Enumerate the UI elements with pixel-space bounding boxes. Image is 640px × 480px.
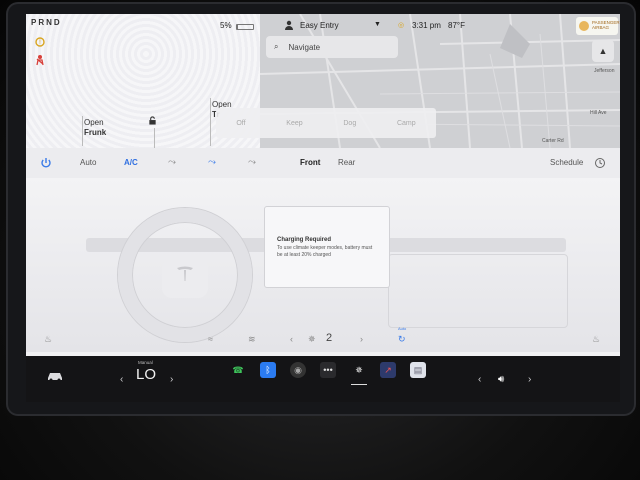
- navigation-app-icon[interactable]: ↗: [380, 362, 396, 378]
- power-icon[interactable]: [40, 157, 52, 169]
- alarm-icon[interactable]: ◎: [398, 21, 404, 29]
- trunk-pointer-line: [210, 98, 211, 146]
- volume-icon[interactable]: 🔊︎: [498, 374, 504, 385]
- recirculate-auto-label: Auto: [398, 326, 407, 331]
- battery-percent: 5%: [220, 21, 232, 30]
- phone-icon[interactable]: ☎: [230, 362, 246, 378]
- user-profile-icon[interactable]: [284, 20, 294, 30]
- volume-decrease-button[interactable]: ‹: [478, 374, 481, 385]
- clock-icon[interactable]: [594, 157, 606, 169]
- active-app-indicator: [351, 384, 367, 385]
- airflow-face-icon[interactable]: ⤳: [166, 157, 178, 169]
- mode-off[interactable]: Off: [236, 120, 245, 127]
- auto-button[interactable]: Auto: [80, 158, 96, 167]
- fan-increase-button[interactable]: ›: [360, 334, 363, 344]
- gear-selector: PRND: [31, 18, 62, 27]
- front-tab[interactable]: Front: [300, 158, 320, 167]
- fan-row: ♨ ≈ ≋ ‹ ✵ 2 › ↻ ♨: [26, 328, 620, 352]
- recirculate-icon[interactable]: ↻: [398, 334, 406, 345]
- brake-warning-icon: !: [35, 37, 45, 47]
- navigate-search-field[interactable]: ⌕ Navigate: [266, 36, 398, 58]
- search-icon: ⌕: [274, 42, 279, 51]
- frunk-label: Frunk: [84, 128, 107, 137]
- seatbelt-warning-icon: [36, 55, 44, 66]
- battery-icon: [236, 24, 254, 30]
- cabin-temp-value[interactable]: LO: [136, 366, 156, 383]
- temp-mode-label: Manual: [138, 360, 153, 365]
- more-apps-icon[interactable]: •••: [320, 362, 336, 378]
- fan-icon[interactable]: ✵: [351, 362, 367, 378]
- street-label: Carter Rd: [542, 138, 564, 144]
- mode-keep[interactable]: Keep: [286, 120, 302, 127]
- lock-icon[interactable]: [148, 116, 157, 125]
- car-icon[interactable]: [46, 370, 64, 382]
- taskbar: ‹ Manual LO › ☎ ᛒ ◉ ••• ✵ ↗ ▤ ‹ 🔊︎ ›: [26, 356, 620, 402]
- tesla-logo-icon: [177, 266, 193, 281]
- compass-button[interactable]: ▲: [592, 40, 614, 62]
- climate-controls-row: Auto A/C ⤳ ⤳ ⤳ Front Rear Schedule: [26, 148, 620, 178]
- front-defrost-icon[interactable]: ≋: [248, 334, 256, 345]
- popup-body: To use climate keeper modes, battery mus…: [277, 245, 373, 258]
- rear-tab[interactable]: Rear: [338, 158, 355, 167]
- street-label: Hill Ave: [590, 110, 607, 116]
- ac-button[interactable]: A/C: [124, 158, 138, 167]
- camera-icon[interactable]: ◉: [290, 362, 306, 378]
- clock: 3:31 pm: [412, 21, 441, 30]
- charging-required-popup: Charging Required To use climate keeper …: [264, 206, 390, 288]
- street-label: Jefferson: [594, 68, 615, 74]
- search-placeholder: Navigate: [288, 42, 321, 52]
- temp-decrease-button[interactable]: ‹: [120, 374, 123, 385]
- mode-dog[interactable]: Dog: [343, 120, 356, 127]
- temp-increase-button[interactable]: ›: [170, 374, 173, 385]
- car-outline-line: [154, 128, 155, 148]
- mode-camp[interactable]: Camp: [397, 120, 416, 127]
- seat-heater-right-icon[interactable]: ♨: [592, 334, 600, 345]
- airflow-windshield-icon[interactable]: ⤳: [246, 157, 258, 169]
- glovebox-outline: [388, 254, 568, 328]
- climate-keeper-modes: Off Keep Dog Camp: [216, 108, 436, 138]
- seat-heater-left-icon[interactable]: ♨: [44, 334, 52, 345]
- frunk-open-text: Open: [84, 118, 104, 127]
- volume-increase-button[interactable]: ›: [528, 374, 531, 385]
- fan-icon: ✵: [308, 334, 316, 344]
- popup-title: Charging Required: [277, 237, 332, 243]
- fan-decrease-button[interactable]: ‹: [290, 334, 293, 344]
- driver-profile[interactable]: Easy Entry: [300, 21, 339, 30]
- bluetooth-icon[interactable]: ᛒ: [260, 362, 276, 378]
- frunk-pointer-line: [82, 116, 83, 146]
- airflow-feet-icon[interactable]: ⤳: [206, 157, 218, 169]
- schedule-button[interactable]: Schedule: [550, 158, 583, 167]
- calendar-app-icon[interactable]: ▤: [410, 362, 426, 378]
- rear-defrost-icon[interactable]: ≈: [208, 334, 213, 344]
- frunk-control[interactable]: Open Frunk: [84, 118, 106, 138]
- fan-speed-value: 2: [326, 332, 333, 344]
- outside-temperature: 87°F: [448, 21, 465, 30]
- wifi-icon[interactable]: ▼: [374, 21, 381, 28]
- touchscreen: PRND ! Open Frunk Open Tr: [26, 14, 620, 402]
- status-bar: 5% Easy Entry ▼ ◎ 3:31 pm 87°F: [216, 14, 620, 36]
